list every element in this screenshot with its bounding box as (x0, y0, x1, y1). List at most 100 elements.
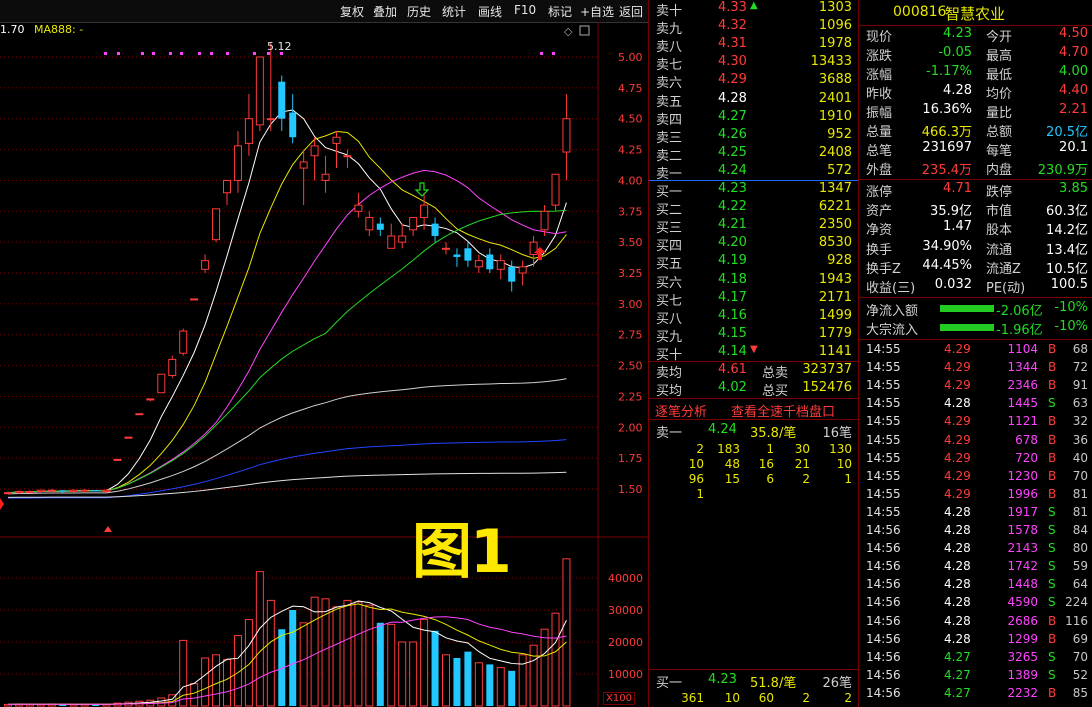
volume-bar (474, 662, 483, 707)
tick-row[interactable]: 14:56 4.28 2686 B 116 (862, 613, 1090, 631)
candle-body (387, 235, 396, 249)
candle-body (518, 266, 527, 274)
back-button[interactable]: 返回 (619, 3, 643, 20)
price-axis-label: 3.00 (618, 298, 643, 311)
candle-body (80, 489, 89, 492)
ask-row[interactable]: 卖三 4.26 952 (652, 126, 856, 146)
marker-dot (141, 52, 144, 55)
candle-body (14, 490, 23, 494)
tick-row[interactable]: 14:55 4.29 1996 B 81 (862, 486, 1090, 504)
bid-volume: 2171 (818, 289, 852, 305)
candle-body (212, 208, 221, 241)
quote-value: 34.90% (922, 238, 972, 254)
tick-row[interactable]: 14:56 4.28 1578 S 84 (862, 522, 1090, 540)
summary-label: 卖均 (656, 366, 683, 381)
tick-row[interactable]: 14:56 4.28 1299 B 69 (862, 631, 1090, 649)
tick-row[interactable]: 14:55 4.29 678 B 36 (862, 432, 1090, 450)
tick-price: 4.27 (944, 667, 971, 682)
ask-row[interactable]: 卖十 4.33 ▲ 1303 (652, 0, 856, 19)
mark-button[interactable]: 标记 (548, 3, 572, 20)
draw-line-button[interactable]: 画线 (478, 3, 502, 20)
bid-row[interactable]: 买四 4.20 8530 (652, 235, 856, 254)
tick-side: S (1048, 559, 1056, 574)
ask-row[interactable]: 卖八 4.31 1978 (652, 36, 856, 55)
tick-row[interactable]: 14:55 4.29 1344 B 72 (862, 359, 1090, 377)
ask-row[interactable]: 卖四 4.27 1910 (652, 109, 856, 128)
bid-row[interactable]: 买二 4.22 6221 (652, 199, 856, 218)
tick-side: S (1048, 667, 1056, 682)
tick-row[interactable]: 14:56 4.27 2232 B 85 (862, 685, 1090, 703)
tick-side: B (1048, 631, 1057, 646)
bid-row[interactable]: 买七 4.17 2171 (652, 289, 856, 309)
queue-cell: 10 (688, 457, 704, 471)
flow-label: 大宗流入 (866, 323, 919, 338)
bid-row[interactable]: 买六 4.18 1943 (652, 272, 856, 291)
ask-row[interactable]: 卖七 4.30 13433 (652, 54, 856, 73)
tick-row[interactable]: 14:55 4.28 1917 S 81 (862, 504, 1090, 522)
tick-side: B (1048, 468, 1057, 483)
tick-count: 63 (1072, 396, 1088, 411)
tick-time: 14:55 (866, 414, 901, 429)
statistics-button[interactable]: 统计 (442, 3, 466, 20)
tab-full-depth[interactable]: 查看全速千档盘口 (731, 401, 835, 420)
volume-bar (431, 630, 439, 706)
price-axis-label: 4.75 (618, 82, 643, 95)
quote-label: 净资 (866, 223, 893, 239)
quote-label: 总额 (986, 125, 1013, 140)
tick-row[interactable]: 14:56 4.28 4590 S 224 (862, 594, 1090, 612)
tick-row[interactable]: 14:55 4.29 1230 B 70 (862, 468, 1090, 486)
kline-chart[interactable]: 5.00 4.75 4.50 4.25 4.00 3.75 3.50 3.25 3.00 2.75… (0, 22, 648, 707)
quote-label: 涨停 (866, 185, 893, 200)
tick-row[interactable]: 14:56 4.28 2143 S 80 (862, 540, 1090, 558)
marker-dot (226, 52, 229, 55)
marker-dot (198, 52, 201, 55)
ask-row[interactable]: 卖二 4.25 2408 (652, 145, 856, 164)
tick-row[interactable]: 14:55 4.28 1445 S 63 (862, 395, 1090, 413)
ask-row[interactable]: 卖九 4.32 1096 (652, 18, 856, 37)
tick-count: 81 (1072, 504, 1088, 519)
quote-value: 2.21 (1059, 102, 1088, 117)
quote-value: 0.032 (934, 277, 972, 292)
ask-row[interactable]: 卖六 4.29 3688 (652, 72, 856, 91)
tick-count: 70 (1072, 649, 1088, 664)
history-button[interactable]: 历史 (407, 3, 431, 20)
volume-bar (387, 623, 396, 707)
tick-row[interactable]: 14:56 4.28 1742 S 59 (862, 558, 1090, 576)
tick-row[interactable]: 14:55 4.29 1104 B 68 (862, 341, 1090, 359)
candle-body (453, 254, 461, 257)
bid-row[interactable]: 买三 4.21 2350 (652, 217, 856, 236)
tick-side: B (1048, 486, 1057, 501)
restore-rights-button[interactable]: 复权 (340, 3, 364, 20)
tick-row[interactable]: 14:56 4.28 1448 S 64 (862, 576, 1090, 594)
bid-row[interactable]: 买八 4.16 1499 (652, 308, 856, 327)
tick-row[interactable]: 14:55 4.29 720 B 40 (862, 450, 1090, 468)
tick-row[interactable]: 14:55 4.29 1121 B 32 (862, 413, 1090, 431)
ma120-line (7, 378, 567, 495)
tab-tick-analysis[interactable]: 逐笔分析 (655, 401, 707, 420)
summary-total: 152476 (802, 380, 852, 395)
queue-cell: 30 (794, 442, 810, 456)
flow-pct: -10% (1054, 300, 1088, 315)
bid-row[interactable]: 买九 4.15 1779 (652, 326, 856, 345)
ask-volume: 952 (827, 126, 852, 142)
tick-row[interactable]: 14:55 4.29 2346 B 91 (862, 377, 1090, 395)
fund-flow-row: 大宗流入 -1.96亿 -10% (862, 319, 1090, 338)
ask-row[interactable]: 卖五 4.28 2401 (652, 91, 856, 110)
f10-button[interactable]: F10 (514, 3, 536, 17)
add-watchlist-button[interactable]: +自选 (580, 3, 614, 20)
overlay-button[interactable]: 叠加 (373, 3, 397, 20)
tick-row[interactable]: 14:56 4.27 3265 S 70 (862, 649, 1090, 667)
queue-cell: 10 (836, 457, 852, 471)
ask-price: 4.26 (718, 126, 747, 142)
tick-volume: 720 (1015, 450, 1038, 465)
volume-bar (310, 596, 319, 707)
marker-dot (104, 52, 107, 55)
bid-row[interactable]: 买五 4.19 928 (652, 253, 856, 272)
volume-bar (255, 571, 264, 707)
tick-row[interactable]: 14:56 4.27 1389 S 52 (862, 667, 1090, 685)
bid-row[interactable]: 买一 4.23 1347 (652, 181, 856, 200)
bid-row[interactable]: 买十 4.14 ▼ 1141 (652, 344, 856, 363)
tick-time: 14:56 (866, 595, 901, 610)
queue-cell: 1 (766, 442, 774, 456)
ask-row[interactable]: 卖一 4.24 572 (652, 163, 856, 182)
